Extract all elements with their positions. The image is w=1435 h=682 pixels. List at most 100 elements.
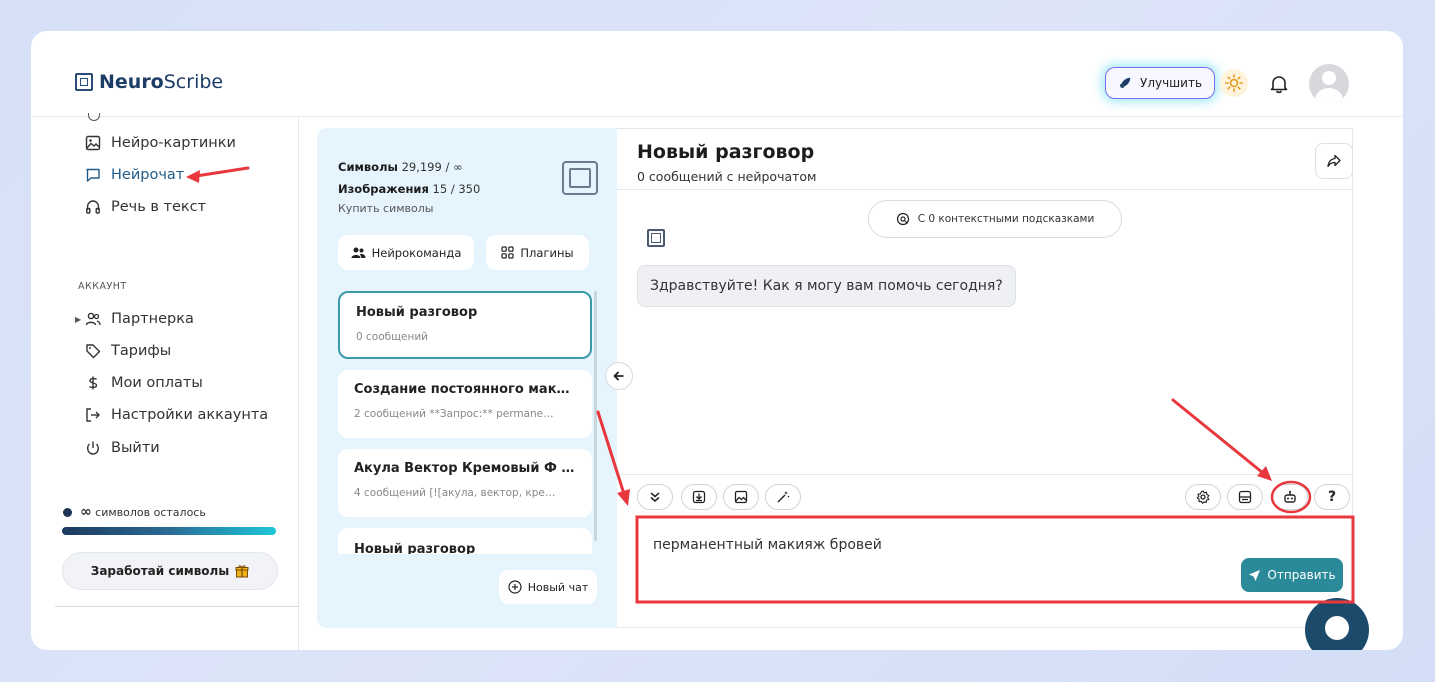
support-chat-bubble[interactable] [1305, 598, 1369, 650]
settings-button[interactable] [1185, 484, 1221, 510]
sidebar-item-label: Тарифы [111, 343, 172, 359]
logo-light: Scribe [163, 71, 224, 93]
user-avatar[interactable] [1309, 64, 1349, 104]
sidebar-item-label: Выйти [111, 440, 160, 456]
new-chat-button[interactable]: Новый чат [499, 570, 597, 604]
sidebar-item-neurochat[interactable]: Нейрочат [85, 167, 184, 183]
sidebar: Нейро-картинки Нейрочат Речь в текст АКК… [31, 113, 299, 650]
sidebar-item-partner[interactable]: ▶ Партнерка [75, 311, 194, 327]
logo[interactable]: NeuroScribe [75, 71, 223, 93]
buy-symbols-link[interactable]: Купить символы [338, 202, 433, 215]
symbols-remaining-label: символов осталось [95, 506, 206, 519]
image-icon [85, 135, 101, 151]
toolbar-divider [617, 474, 1352, 475]
images-value: 15 / 350 [432, 182, 481, 196]
power-icon [86, 441, 99, 455]
collapse-input-button[interactable] [637, 484, 673, 510]
send-label: Отправить [1267, 568, 1336, 582]
conversation-meta: 4 сообщений [![акула, вектор, кре… [354, 487, 556, 499]
conversation-item[interactable]: Новый разговор [338, 528, 592, 554]
plugins-button[interactable]: Плагины [486, 235, 589, 270]
usage-stats: Символы 29,199 / ∞ Изображения 15 / 350 [338, 156, 480, 200]
infinity-value: ∞ [80, 504, 92, 520]
users-icon [85, 312, 101, 326]
double-chevron-down-icon [650, 492, 660, 502]
sidebar-item-label: Настройки аккаунта [111, 407, 269, 423]
bot-message: Здравствуйте! Как я могу вам помочь сего… [637, 265, 1016, 307]
robot-icon [1284, 490, 1296, 503]
symbols-remaining: ∞ символов осталось [63, 504, 206, 520]
upload-icon [692, 490, 706, 504]
context-hints-label: С 0 контекстными подсказками [917, 213, 1095, 225]
panel-icon [1238, 490, 1252, 504]
upgrade-label: Улучшить [1140, 76, 1203, 90]
magic-wand-button[interactable] [765, 484, 801, 510]
top-header: NeuroScribe Улучшить [31, 31, 1403, 117]
section-label-account: АККАУНТ [78, 281, 127, 292]
message-input[interactable]: перманентный макияж бровей [653, 537, 882, 553]
conversation-title: Создание постоянного мак… [354, 382, 570, 397]
images-label: Изображения [338, 182, 429, 196]
conversation-title: Новый разговор [356, 305, 478, 320]
tag-icon [86, 344, 101, 359]
theme-toggle[interactable] [1220, 69, 1248, 97]
send-icon [1249, 569, 1261, 581]
send-button[interactable]: Отправить [1241, 558, 1343, 592]
share-button[interactable] [1315, 143, 1353, 179]
gift-icon [235, 565, 249, 578]
earn-symbols-label: Заработай символы [90, 564, 230, 578]
team-icon [351, 247, 366, 258]
logo-bold: Neuro [99, 71, 164, 93]
conversation-item[interactable]: Создание постоянного мак… 2 сообщений **… [338, 370, 592, 438]
magic-wand-icon [777, 491, 790, 503]
upgrade-button[interactable]: Улучшить [1105, 67, 1216, 99]
conversation-meta: 2 сообщений **Запрос:** permane… [354, 408, 554, 420]
conversation-item[interactable]: Новый разговор 0 сообщений [338, 291, 592, 359]
image-icon [734, 490, 748, 504]
context-hints-button[interactable]: С 0 контекстными подсказками [868, 200, 1122, 238]
sidebar-item-logout[interactable]: Выйти [85, 440, 160, 456]
plugins-label: Плагины [520, 245, 574, 260]
chat-area: Новый разговор 0 сообщений с нейрочатом … [617, 128, 1353, 628]
earn-symbols-button[interactable]: Заработай символы [62, 552, 278, 590]
neuro-team-label: Нейрокоманда [371, 245, 462, 260]
layout-button[interactable] [1227, 484, 1263, 510]
brand-logo-icon [562, 161, 598, 195]
conversation-title: Акула Вектор Кремовый Ф … [354, 461, 575, 476]
conversation-title: Новый разговор [354, 542, 476, 554]
rocket-icon [1119, 77, 1131, 89]
bot-avatar-icon [647, 229, 665, 247]
message-composer[interactable]: перманентный макияж бровей Отправить [637, 519, 1353, 605]
headphones-icon [86, 200, 100, 214]
sidebar-item-payments[interactable]: Мои оплаты [85, 375, 203, 391]
new-chat-label: Новый чат [527, 580, 589, 594]
symbols-label: Символы [338, 160, 398, 174]
neuro-team-button[interactable]: Нейрокоманда [338, 235, 474, 270]
status-dot [63, 507, 72, 517]
bot-mode-button[interactable] [1272, 484, 1308, 510]
gear-icon [1196, 490, 1210, 504]
image-button[interactable] [723, 484, 759, 510]
bell-icon[interactable] [1268, 73, 1290, 95]
conversation-item[interactable]: Акула Вектор Кремовый Ф … 4 сообщений [!… [338, 449, 592, 517]
conversation-panel: Символы 29,199 / ∞ Изображения 15 / 350 … [317, 128, 617, 628]
chat-subtitle: 0 сообщений с нейрочатом [637, 169, 817, 184]
sidebar-item-account-settings[interactable]: Настройки аккаунта [85, 407, 268, 423]
sidebar-item-neuro-images[interactable]: Нейро-картинки [85, 135, 236, 151]
sun-icon [1225, 74, 1243, 92]
sidebar-item-tariffs[interactable]: Тарифы [85, 343, 171, 359]
logo-icon [75, 73, 93, 91]
plus-circle-icon [508, 580, 522, 594]
symbols-progress-bar [62, 527, 276, 535]
sidebar-item-speech-to-text[interactable]: Речь в текст [85, 199, 206, 215]
upload-button[interactable] [681, 484, 717, 510]
sidebar-item-label: Речь в текст [111, 199, 207, 215]
sidebar-item-label: Мои оплаты [111, 375, 203, 391]
scrollbar[interactable] [594, 291, 597, 541]
chat-header-divider [617, 189, 1352, 190]
help-button[interactable]: ? [1314, 484, 1350, 510]
chat-title: Новый разговор [637, 141, 815, 163]
sidebar-item-label: Нейро-картинки [111, 135, 236, 151]
share-icon [1327, 154, 1341, 168]
dollar-icon [89, 376, 98, 390]
